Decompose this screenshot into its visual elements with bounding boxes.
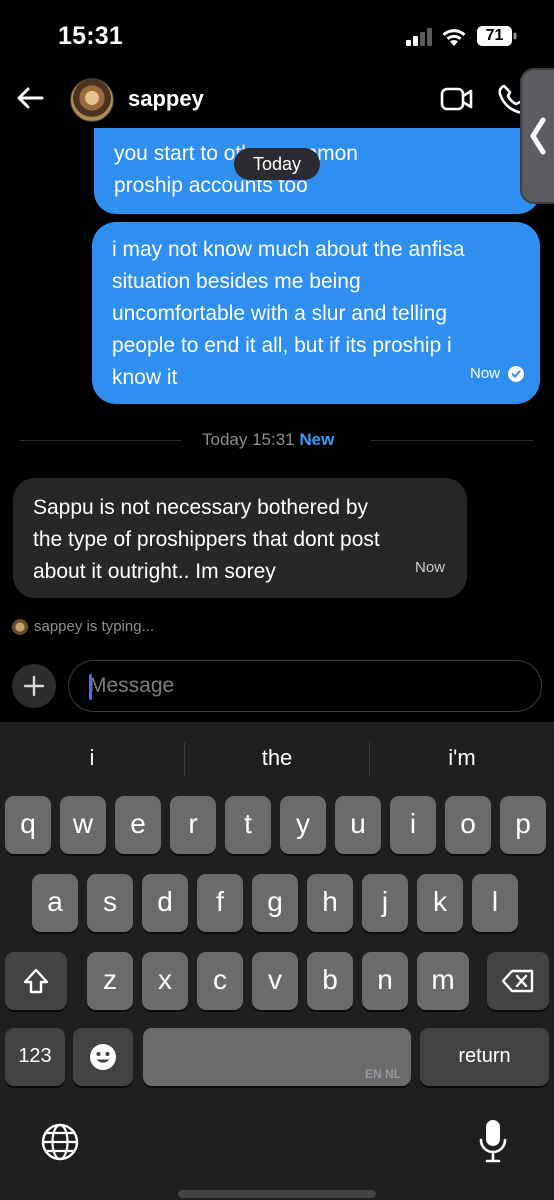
message-meta: Now — [470, 358, 524, 390]
chevron-left-icon — [530, 117, 546, 155]
typing-avatar — [12, 618, 28, 635]
onscreen-keyboard: i the i'm q w e r t y u i o p a s d f g … — [0, 722, 554, 1200]
message-time: Now — [414, 559, 445, 576]
shift-key[interactable] — [5, 952, 67, 1010]
chat-header: sappey — [0, 72, 554, 128]
divider-line — [370, 440, 534, 441]
key-a[interactable]: a — [32, 874, 78, 932]
key-f[interactable]: f — [197, 874, 243, 932]
key-m[interactable]: m — [417, 952, 469, 1010]
status-time: 15:31 — [58, 22, 123, 50]
wifi-icon — [442, 29, 466, 46]
divider-new-label: New — [299, 430, 335, 449]
key-k[interactable]: k — [417, 874, 463, 932]
key-w[interactable]: w — [60, 796, 106, 854]
video-call-icon[interactable] — [440, 84, 474, 114]
side-panel-handle[interactable] — [520, 68, 554, 204]
key-v[interactable]: v — [252, 952, 298, 1010]
keyboard-language-label: EN NL — [365, 1067, 401, 1081]
key-c[interactable]: c — [197, 952, 243, 1010]
suggestion-item[interactable]: i — [0, 736, 184, 780]
key-b[interactable]: b — [307, 952, 353, 1010]
divider-date: Today 15:31 — [202, 430, 295, 449]
new-messages-divider: Today 15:31 New — [20, 430, 534, 452]
key-g[interactable]: g — [252, 874, 298, 932]
key-e[interactable]: e — [115, 796, 161, 854]
home-indicator — [178, 1190, 376, 1198]
message-input[interactable] — [68, 660, 542, 712]
add-attachment-button[interactable] — [12, 664, 56, 708]
shift-icon — [23, 968, 49, 994]
suggestion-item[interactable]: the — [185, 736, 369, 780]
key-y[interactable]: y — [280, 796, 326, 854]
read-check-icon — [508, 366, 524, 382]
message-meta: Now — [415, 552, 445, 584]
key-z[interactable]: z — [87, 952, 133, 1010]
key-o[interactable]: o — [445, 796, 491, 854]
status-bar: 15:31 71 — [0, 0, 554, 72]
emoji-icon — [90, 1044, 116, 1070]
key-r[interactable]: r — [170, 796, 216, 854]
key-s[interactable]: s — [87, 874, 133, 932]
divider-label: Today 15:31 New — [202, 430, 334, 450]
key-t[interactable]: t — [225, 796, 271, 854]
message-composer — [0, 656, 554, 720]
key-q[interactable]: q — [5, 796, 51, 854]
numbers-key[interactable]: 123 — [5, 1028, 65, 1086]
typing-text: sappey is typing... — [34, 618, 155, 635]
delete-key[interactable] — [487, 952, 549, 1010]
message-text: Sappu is not necessary bothered by the t… — [33, 496, 380, 583]
plus-icon — [23, 675, 45, 697]
emoji-key[interactable] — [73, 1028, 133, 1086]
key-u[interactable]: u — [335, 796, 381, 854]
key-n[interactable]: n — [362, 952, 408, 1010]
cellular-signal-icon — [406, 28, 432, 46]
contact-name[interactable]: sappey — [128, 86, 204, 112]
text-cursor — [89, 674, 92, 700]
key-i[interactable]: i — [390, 796, 436, 854]
backspace-icon — [501, 969, 534, 993]
suggestion-item[interactable]: i'm — [370, 736, 554, 780]
key-h[interactable]: h — [307, 874, 353, 932]
key-l[interactable]: l — [472, 874, 518, 932]
key-j[interactable]: j — [362, 874, 408, 932]
key-x[interactable]: x — [142, 952, 188, 1010]
key-d[interactable]: d — [142, 874, 188, 932]
screen: 15:31 71 sappey you start to common pros… — [0, 0, 554, 1200]
message-time: Now — [469, 365, 500, 382]
microphone-icon[interactable] — [478, 1118, 508, 1164]
keyboard-suggestions: i the i'm — [0, 736, 554, 780]
key-p[interactable]: p — [500, 796, 546, 854]
incoming-message-bubble[interactable]: Sappu is not necessary bothered by the t… — [13, 478, 467, 598]
divider-line — [20, 440, 182, 441]
space-key[interactable]: EN NL — [143, 1028, 411, 1086]
battery-level: 71 — [485, 27, 504, 44]
return-key[interactable]: return — [420, 1028, 549, 1086]
back-arrow-icon[interactable] — [14, 82, 46, 114]
outgoing-message-bubble[interactable]: i may not know much about the anfisa sit… — [92, 222, 540, 404]
typing-indicator: sappey is typing... — [12, 618, 154, 635]
date-pill: Today — [234, 148, 320, 180]
contact-avatar[interactable] — [70, 78, 114, 122]
globe-icon[interactable] — [40, 1122, 80, 1162]
message-text: i may not know much about the anfisa sit… — [112, 238, 465, 389]
